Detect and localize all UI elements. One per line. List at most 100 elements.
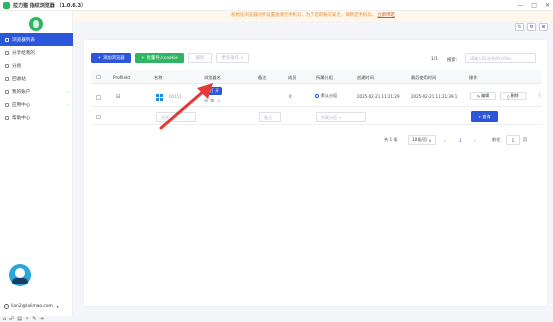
main-panel: + 添加浏览器 + 批量导入cookie 删除 更多操作 ∨ 1/1 搜索: 请输入… — [84, 40, 547, 306]
sidebar-item-help[interactable]: 帮助中心 — [0, 111, 73, 124]
minimize-icon[interactable]: — — [517, 2, 523, 9]
plus-icon: + — [97, 55, 102, 61]
link-icon[interactable]: ☍ — [9, 316, 14, 322]
more-actions-dropdown[interactable]: 更多操作 ∨ — [216, 53, 249, 63]
page-size-select[interactable]: 10条/页 ∨ — [408, 135, 436, 145]
column-header: 备注 — [258, 74, 267, 80]
account-icon — [5, 89, 9, 94]
sidebar-item-label: 帮助中心 — [12, 115, 31, 121]
column-header: 成员 — [288, 74, 297, 80]
footer-icons: ⌂ ☍ ▤ ✧ ✎ ⇥ — [3, 316, 44, 322]
star-icon[interactable]: ✧ — [25, 316, 29, 322]
sidebar-item-trash[interactable]: 回收站 — [0, 72, 73, 85]
row-checkbox[interactable] — [96, 95, 101, 100]
button-label: 批量导入cookie — [146, 56, 178, 61]
account-email: lion2@lalimao.com — [11, 304, 53, 309]
sidebar-item-label: 回收站 — [12, 76, 26, 82]
import-cookie-button[interactable]: + 批量导入cookie — [135, 53, 184, 63]
next-page-icon[interactable]: › — [474, 135, 476, 145]
sidebar-item-apps[interactable]: 应用中心 › — [0, 98, 73, 111]
group-cell: 默认分组 — [315, 93, 337, 99]
query-button[interactable]: ⌕ 查询 — [471, 111, 498, 122]
column-header: 创建时间 — [357, 74, 374, 80]
account-menu[interactable]: lion2@lalimao.com ▾ — [4, 304, 59, 309]
window-title: 拉力猫 指纹浏览器 （1.0.6.3） — [13, 2, 87, 9]
sidebar-item-groups[interactable]: 分组 — [0, 59, 73, 72]
button-label: 查询 — [482, 113, 491, 119]
page-unit: 页 — [523, 137, 528, 142]
select-all-checkbox[interactable] — [96, 74, 101, 79]
search-label: 搜索: — [447, 58, 458, 63]
sidebar-item-label: 分组 — [12, 63, 22, 69]
goto-label: 前往 — [492, 137, 501, 142]
chevron-right-icon: › — [67, 102, 69, 107]
settings-icon[interactable]: ⚙ — [527, 23, 536, 31]
share-icon[interactable]: ♧ — [217, 99, 221, 104]
group-name: 默认分组 — [321, 93, 337, 98]
profile-copy-icon[interactable]: ⊟ — [116, 94, 120, 100]
maximize-icon[interactable]: □ — [531, 2, 537, 9]
exit-icon[interactable]: ⇥ — [39, 316, 43, 322]
filter-checkbox[interactable] — [96, 114, 101, 119]
group-icon — [5, 63, 9, 68]
close-icon[interactable]: ✕ — [545, 2, 550, 9]
user-icon — [4, 304, 9, 309]
prev-page-icon[interactable]: ‹ — [444, 135, 446, 145]
top-right-tools: ↻ ⚙ ⊞ — [515, 23, 548, 31]
row-more-icon[interactable]: ⋮ — [537, 93, 542, 99]
sidebar-item-label: 我的账户 — [12, 89, 31, 95]
sidebar: 拉力猫 浏览器列表 分享给我的 分组 回收站 我的账户› 应用中心› 帮助中心 … — [0, 11, 73, 322]
sidebar-item-browser-list[interactable]: 浏览器列表 — [0, 33, 73, 46]
chat-icon[interactable]: ✎ — [32, 316, 36, 322]
sidebar-item-label: 应用中心 — [12, 102, 31, 108]
pagination: 共 1 条 10条/页 ∨ ‹ 1 › 前往 1 页 — [384, 135, 544, 145]
cat-logo-icon — [29, 17, 43, 31]
page-size-value: 10条/页 — [412, 137, 428, 142]
created-time: 2025-02-21 11:21:29 — [357, 94, 400, 99]
apps-icon — [5, 102, 9, 107]
total-count: 共 1 条 — [384, 137, 398, 142]
group-filter-select[interactable]: 所属分组 ∨ — [316, 112, 366, 122]
bind-phone-link[interactable]: 立即绑定 — [377, 13, 395, 18]
refresh-icon[interactable]: ↻ — [515, 23, 524, 31]
column-header: 浏览器名 — [204, 74, 221, 80]
add-browser-button[interactable]: + 添加浏览器 — [91, 53, 131, 63]
expand-icon[interactable]: ⊞ — [539, 23, 548, 31]
doc-icon[interactable]: ▤ — [17, 316, 22, 322]
row-delete-button[interactable]: ▯ 删除 — [500, 92, 526, 100]
goto-page-input[interactable]: 1 — [506, 135, 520, 145]
notice-text: 初始化浏览器同步设置会清空手机号，为了您的账号安全，请绑定手机号。 — [231, 13, 376, 18]
column-header: 最后使用时间 — [411, 74, 437, 80]
delete-button[interactable]: 删除 — [188, 53, 212, 63]
note-filter-input[interactable]: 备注 — [259, 112, 281, 122]
share-icon — [5, 50, 9, 55]
customer-support-icon[interactable] — [9, 264, 31, 286]
notice-banner: 初始化浏览器同步设置会清空手机号，为了您的账号安全，请绑定手机号。 立即绑定 — [73, 11, 553, 21]
chevron-right-icon: › — [67, 89, 69, 94]
caret-down-icon: ▾ — [56, 304, 59, 309]
column-header[interactable]: ProfileId — [113, 75, 130, 80]
edit-icon: ✎ — [476, 93, 481, 99]
sidebar-item-account[interactable]: 我的账户 › — [0, 85, 73, 98]
button-label: 删除 — [510, 93, 519, 98]
help-icon — [5, 115, 9, 120]
annotation-arrow-icon — [159, 83, 213, 130]
plus-icon: + — [141, 55, 145, 61]
sidebar-item-shared[interactable]: 分享给我的 — [0, 46, 73, 59]
search-input[interactable]: 请输入ID/名称/Profiles — [465, 53, 536, 63]
sidebar-nav: 浏览器列表 分享给我的 分组 回收站 我的账户 › 应用中心 › 帮助中心 — [0, 33, 73, 124]
members-count: 0 — [289, 94, 292, 99]
button-label: 添加浏览器 — [103, 56, 125, 61]
button-label: 编辑 — [481, 93, 490, 98]
trash-icon: ▯ — [507, 93, 510, 99]
page-number[interactable]: 1 — [459, 135, 462, 145]
column-header: 名称 — [154, 74, 163, 80]
page-indicator: 1/1 — [431, 57, 438, 62]
title-bar: 拉力猫 指纹浏览器 （1.0.6.3） — □ ✕ — [0, 0, 553, 11]
home-icon[interactable]: ⌂ — [3, 316, 6, 322]
sidebar-item-label: 浏览器列表 — [12, 37, 35, 43]
window-controls: — □ ✕ — [517, 0, 550, 11]
column-header: 所属分组 — [316, 74, 333, 80]
trash-icon — [5, 76, 9, 81]
edit-button[interactable]: ✎ 编辑 — [470, 92, 496, 100]
